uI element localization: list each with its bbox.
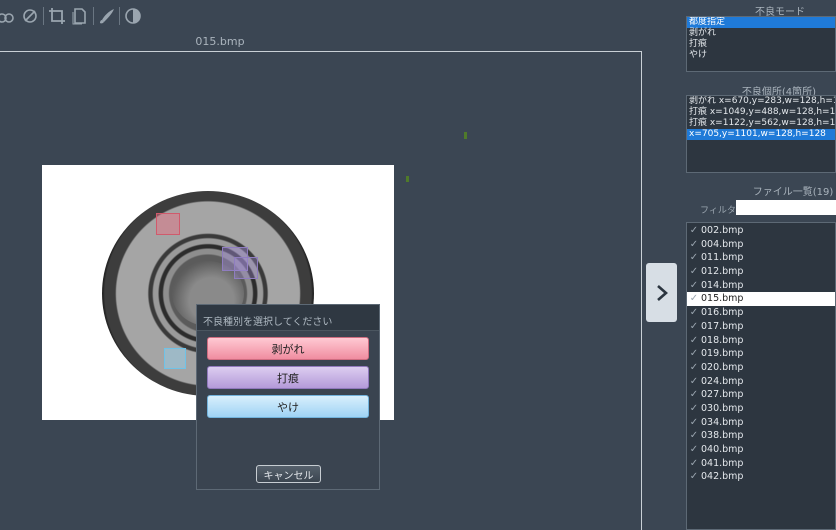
crop-icon[interactable] xyxy=(46,5,68,27)
check-icon: ✓ xyxy=(689,444,699,455)
wand-icon[interactable] xyxy=(19,5,41,27)
brush-icon[interactable] xyxy=(96,5,118,27)
file-list-item[interactable]: ✓ 040.bmp xyxy=(687,443,835,457)
file-list-item[interactable]: ✓ 016.bmp xyxy=(687,306,835,320)
check-icon: ✓ xyxy=(689,457,699,469)
dialog-header: 不良種別を選択してください xyxy=(197,305,379,331)
check-icon: ✓ xyxy=(689,402,699,414)
cancel-button[interactable]: キャンセル xyxy=(256,465,321,483)
panel-toggle-button[interactable] xyxy=(646,263,677,322)
file-list-item[interactable]: ✓ 014.bmp xyxy=(687,279,835,293)
file-list-item[interactable]: ✓ 015.bmp xyxy=(687,292,835,307)
list-item[interactable]: やけ xyxy=(687,50,835,61)
check-icon: ✓ xyxy=(689,361,699,373)
check-icon: ✓ xyxy=(689,375,699,387)
file-name: 030.bmp xyxy=(701,402,744,414)
location-list: 剥がれ x=670,y=283,w=128,h=128 打痕 x=1049,y=4… xyxy=(686,95,836,173)
check-icon: ✓ xyxy=(689,293,699,305)
filter-input[interactable] xyxy=(736,200,836,215)
check-icon: ✓ xyxy=(689,279,699,291)
toolbar xyxy=(0,0,160,32)
file-name: 012.bmp xyxy=(701,266,744,278)
loupe-icon[interactable] xyxy=(0,5,16,27)
filter-label: フィルタ xyxy=(700,206,736,216)
check-icon: ✓ xyxy=(689,252,699,264)
list-item[interactable]: 打痕 x=1049,y=488,w=128,h=128 xyxy=(687,107,835,118)
check-icon: ✓ xyxy=(689,225,699,236)
file-name: 038.bmp xyxy=(701,430,744,442)
check-icon: ✓ xyxy=(689,266,699,278)
file-name: 014.bmp xyxy=(701,279,744,291)
list-item[interactable]: 都度指定 xyxy=(687,17,835,28)
check-icon: ✓ xyxy=(689,389,699,401)
check-icon: ✓ xyxy=(689,348,699,360)
list-item[interactable]: 打痕 xyxy=(687,39,835,50)
file-list-item[interactable]: ✓ 011.bmp xyxy=(687,251,835,265)
check-icon: ✓ xyxy=(689,320,699,332)
file-name: 018.bmp xyxy=(701,334,744,346)
check-icon: ✓ xyxy=(689,307,699,319)
dakon-button[interactable]: 打痕 xyxy=(207,366,369,389)
file-name: 027.bmp xyxy=(701,389,744,401)
file-name: 020.bmp xyxy=(701,361,744,373)
file-list-item[interactable]: ✓ 034.bmp xyxy=(687,416,835,430)
file-name: 042.bmp xyxy=(701,471,744,483)
file-list-item[interactable]: ✓ 017.bmp xyxy=(687,320,835,334)
defect-mark-yake[interactable] xyxy=(164,348,186,369)
file-name: 041.bmp xyxy=(701,457,744,469)
toolbar-separator xyxy=(119,7,120,25)
file-list-item[interactable]: ✓ 004.bmp xyxy=(687,238,835,252)
chevron-right-icon xyxy=(656,284,668,301)
marker-dot xyxy=(464,132,467,139)
file-list-item[interactable]: ✓ 002.bmp xyxy=(687,224,835,238)
check-icon: ✓ xyxy=(689,334,699,346)
file-list: ✓ 002.bmp ✓ 004.bmp ✓ 011.bmp ✓ 012.bmp ✓ 014.bmp… xyxy=(686,222,836,530)
yake-button[interactable]: やけ xyxy=(207,395,369,418)
list-item[interactable]: 剥がれ xyxy=(687,28,835,39)
file-list-item[interactable]: ✓ 018.bmp xyxy=(687,334,835,348)
file-list-item[interactable]: ✓ 038.bmp xyxy=(687,429,835,443)
file-name: 034.bmp xyxy=(701,416,744,428)
file-list-item[interactable]: ✓ 030.bmp xyxy=(687,402,835,416)
file-list-item[interactable]: ✓ 027.bmp xyxy=(687,388,835,402)
file-name: 004.bmp xyxy=(701,238,744,250)
defect-mark-hagare[interactable] xyxy=(156,213,180,235)
marker-dot xyxy=(406,176,409,182)
file-name: 016.bmp xyxy=(701,307,744,319)
file-name: 015.bmp xyxy=(701,293,744,305)
mode-list: 都度指定 剥がれ 打痕 やけ xyxy=(686,16,836,72)
file-list-item[interactable]: ✓ 012.bmp xyxy=(687,265,835,279)
hagare-button[interactable]: 剥がれ xyxy=(207,337,369,360)
defect-type-dialog: 不良種別を選択してください 剥がれ 打痕 やけ キャンセル xyxy=(196,304,380,490)
image-filename: 015.bmp xyxy=(195,35,245,48)
defect-mark-dakon[interactable] xyxy=(234,257,258,279)
file-name: 024.bmp xyxy=(701,375,744,387)
file-panel-label: ファイル一覧(19) xyxy=(752,187,834,198)
file-name: 017.bmp xyxy=(701,320,744,332)
contrast-icon[interactable] xyxy=(122,5,144,27)
file-list-item[interactable]: ✓ 042.bmp xyxy=(687,470,835,484)
file-list-item[interactable]: ✓ 019.bmp xyxy=(687,347,835,361)
check-icon: ✓ xyxy=(689,430,699,442)
file-list-item[interactable]: ✓ 041.bmp xyxy=(687,457,835,471)
list-item[interactable]: 打痕 x=1122,y=562,w=128,h=128 xyxy=(687,118,835,129)
file-name: 011.bmp xyxy=(701,252,744,264)
file-list-item[interactable]: ✓ 020.bmp xyxy=(687,361,835,375)
check-icon: ✓ xyxy=(689,238,699,250)
toolbar-separator xyxy=(93,7,94,25)
toolbar-separator xyxy=(43,7,44,25)
list-item[interactable]: x=705,y=1101,w=128,h=128 xyxy=(687,129,835,140)
file-name: 040.bmp xyxy=(701,444,744,455)
check-icon: ✓ xyxy=(689,471,699,483)
dialog-title: 不良種別を選択してください xyxy=(203,317,333,328)
file-name: 002.bmp xyxy=(701,225,744,236)
check-icon: ✓ xyxy=(689,416,699,428)
file-name: 019.bmp xyxy=(701,348,744,360)
file-list-item[interactable]: ✓ 024.bmp xyxy=(687,375,835,389)
copy-icon[interactable] xyxy=(68,5,90,27)
list-item[interactable]: 剥がれ x=670,y=283,w=128,h=128 xyxy=(687,96,835,107)
